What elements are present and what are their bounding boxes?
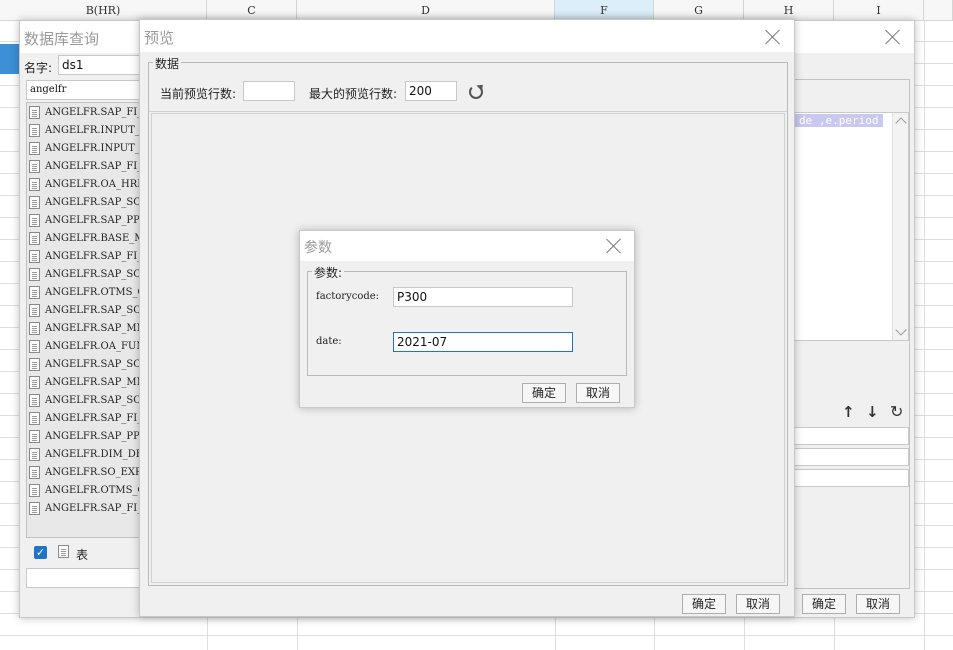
column-header-extra	[924, 0, 953, 21]
table-filter-row: ✓ 表	[26, 543, 146, 563]
table-icon	[29, 483, 40, 497]
table-icon	[58, 545, 69, 558]
name-input[interactable]: ds1	[58, 55, 148, 75]
divider	[149, 111, 787, 112]
table-icon	[29, 285, 40, 299]
param-cancel-button[interactable]: 取消	[576, 383, 620, 403]
current-rows-label: 当前预览行数:	[160, 87, 237, 101]
table-icon	[29, 411, 40, 425]
param-row[interactable]	[793, 427, 909, 445]
factorycode-input[interactable]: P300	[393, 287, 573, 307]
table-name: ANGELFR.SAP_SO_F	[45, 196, 154, 208]
query-window-title: 数据库查询	[24, 30, 100, 48]
table-icon	[29, 213, 40, 227]
table-name: ANGELFR.SAP_SO_F	[45, 268, 154, 280]
param-row[interactable]	[793, 448, 909, 466]
parameter-dialog-title: 参数	[304, 240, 332, 256]
scroll-up-icon[interactable]	[895, 117, 907, 129]
table-name: ANGELFR.SAP_SO_C	[45, 394, 155, 406]
column-header-i[interactable]: I	[834, 0, 924, 21]
sql-scrollbar[interactable]	[892, 113, 908, 340]
table-name: ANGELFR.SAP_FI_V	[45, 412, 150, 424]
table-name: ANGELFR.SAP_SO_I	[45, 304, 151, 316]
table-name: ANGELFR.INPUT_PI	[45, 142, 151, 154]
table-name: ANGELFR.SAP_FI_C	[45, 250, 150, 262]
move-down-icon[interactable]: ↓	[866, 403, 879, 421]
table-icon	[29, 195, 40, 209]
preview-window-titlebar[interactable]: 预览	[140, 20, 794, 52]
grid-line	[0, 635, 953, 636]
move-up-icon[interactable]: ↑	[842, 403, 855, 421]
table-icon	[29, 141, 40, 155]
max-rows-input[interactable]: 200	[405, 81, 457, 101]
table-icon	[29, 393, 40, 407]
close-icon[interactable]	[605, 237, 623, 255]
table-icon	[29, 267, 40, 281]
param-ok-button[interactable]: 确定	[522, 383, 566, 403]
column-header-g[interactable]: G	[654, 0, 744, 21]
table-name: ANGELFR.DIM_DEVI	[45, 448, 155, 460]
parameter-dialog-titlebar[interactable]: 参数	[300, 231, 634, 261]
table-name: ANGELFR.INPUT_SA	[45, 124, 154, 136]
data-group-label: 数据	[153, 55, 182, 72]
column-header-h[interactable]: H	[744, 0, 834, 21]
close-icon[interactable]	[764, 28, 782, 46]
table-icon	[29, 105, 40, 119]
table-icon	[29, 159, 40, 173]
preview-ok-button[interactable]: 确定	[682, 594, 726, 614]
table-icon	[29, 429, 40, 443]
table-icon	[29, 249, 40, 263]
table-name: ANGELFR.SAP_PP_F	[45, 214, 152, 226]
table-name: ANGELFR.SAP_FI_F	[45, 106, 150, 118]
table-icon	[29, 177, 40, 191]
param-group-label: 参数:	[312, 264, 345, 281]
table-icon	[29, 123, 40, 137]
name-label: 名字:	[24, 61, 53, 75]
sql-text: de ,e.period	[794, 114, 884, 127]
table-icon	[29, 303, 40, 317]
selected-cell-marker	[0, 44, 19, 74]
sql-editor[interactable]: de ,e.period	[793, 112, 909, 341]
table-name: ANGELFR.SAP_PP_C	[45, 430, 153, 442]
param-row[interactable]	[793, 469, 909, 487]
parameter-dialog: 参数 参数: factorycode: P300 date: 2021-07 确…	[299, 230, 635, 408]
query-ok-button[interactable]: 确定	[802, 594, 846, 614]
preview-cancel-button[interactable]: 取消	[736, 594, 780, 614]
table-icon	[29, 231, 40, 245]
table-icon	[29, 321, 40, 335]
query-cancel-button[interactable]: 取消	[856, 594, 900, 614]
scroll-down-icon[interactable]	[895, 324, 907, 336]
refresh-icon[interactable]	[469, 85, 483, 99]
param-name: factorycode:	[316, 291, 380, 302]
table-icon	[29, 375, 40, 389]
column-header-b[interactable]: B(HR)	[0, 0, 207, 21]
column-header-c[interactable]: C	[207, 0, 297, 21]
grid-line	[924, 21, 925, 650]
table-checkbox[interactable]: ✓	[34, 546, 47, 559]
close-icon[interactable]	[884, 28, 902, 46]
max-rows-label: 最大的预览行数:	[309, 87, 398, 101]
table-icon	[29, 357, 40, 371]
table-icon	[29, 501, 40, 515]
current-rows-input[interactable]	[243, 81, 295, 101]
column-header-d[interactable]: D	[297, 0, 555, 21]
date-input[interactable]: 2021-07	[393, 332, 573, 352]
table-icon	[29, 447, 40, 461]
table-name: ANGELFR.SAP_SO_F	[45, 358, 154, 370]
param-name: date:	[316, 336, 342, 347]
table-name: ANGELFR.SAP_FI_F	[45, 502, 150, 514]
param-group: 参数: factorycode: P300 date: 2021-07	[307, 264, 627, 376]
column-header-f[interactable]: F	[555, 0, 654, 21]
table-icon	[29, 339, 40, 353]
preview-window-title: 预览	[144, 29, 175, 47]
table-checkbox-label: 表	[76, 548, 89, 562]
refresh-icon[interactable]: ↻	[890, 402, 903, 421]
table-icon	[29, 465, 40, 479]
table-name: ANGELFR.SAP_FI_C	[45, 160, 150, 172]
